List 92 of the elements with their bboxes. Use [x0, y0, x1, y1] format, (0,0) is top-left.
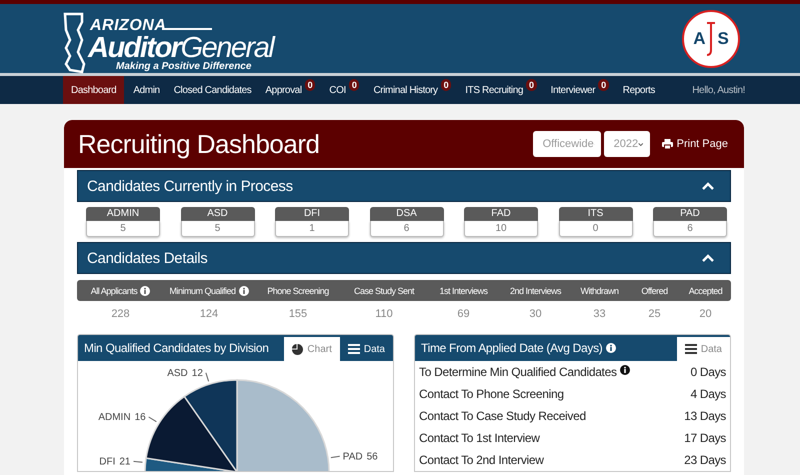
info-icon: [140, 286, 150, 296]
info-icon: [606, 343, 616, 353]
panel-title: Min Qualified Candidates by Division: [84, 341, 269, 355]
state-name: ARIZONA: [90, 16, 166, 34]
division-label: PAD: [653, 207, 727, 221]
section-header[interactable]: Candidates Details: [77, 242, 731, 274]
count-badge: 0: [440, 79, 452, 91]
division-label: FAD: [464, 207, 538, 221]
pie-chart-icon: [292, 344, 304, 354]
column-header: Minimum Qualified: [169, 286, 236, 296]
leader-line: [330, 456, 340, 458]
division-label: DSA: [370, 207, 444, 221]
pie-value: 16: [134, 412, 146, 423]
column-header: Withdrawn: [580, 286, 618, 296]
column-header: Phone Screening: [267, 286, 329, 296]
metric-value: 23 Days: [684, 453, 726, 467]
nav-link[interactable]: Interviewer 0: [546, 76, 614, 104]
division-count: 6: [370, 221, 444, 237]
metric-label: To Determine Min Qualified Candidates: [419, 365, 617, 379]
metric-value: 4 Days: [690, 387, 726, 401]
letter-j-drawing: [707, 22, 716, 56]
greeting: Hello, Austin!: [692, 84, 745, 96]
metric-label: Contact To 2nd Interview: [419, 453, 544, 467]
nav-link[interactable]: COI 0: [324, 76, 364, 104]
division-count: 6: [653, 221, 727, 237]
nav-link[interactable]: Closed Candidates: [168, 76, 256, 104]
stat-value: 124: [198, 307, 220, 320]
metric-label: Contact To Case Study Received: [419, 409, 586, 423]
print-button[interactable]: Print Page: [658, 134, 732, 154]
column-header: 1st Interviews: [439, 286, 488, 296]
panel-title: Time From Applied Date (Avg Days): [421, 341, 602, 355]
division-label: ASD: [180, 207, 254, 221]
stat-value: 69: [456, 307, 471, 320]
column-header: Accepted: [688, 286, 722, 296]
metric-label: Contact To Phone Screening: [419, 387, 564, 401]
stat-value: 20: [698, 307, 713, 320]
stat-value: 155: [288, 307, 308, 320]
panel-tab[interactable]: Data: [340, 337, 393, 361]
pie-label: ASD: [167, 368, 188, 379]
metric-value: 13 Days: [684, 409, 726, 423]
list-icon: [684, 344, 697, 354]
metric-label: Contact To 1st Interview: [419, 431, 540, 445]
pie-value: 21: [119, 456, 130, 468]
count-badge: 0: [304, 79, 316, 91]
pie-label: PAD: [342, 451, 363, 462]
pie-label: DFI: [99, 456, 116, 468]
division-count: 5: [86, 221, 160, 237]
stat-value: 25: [647, 307, 662, 320]
column-header: Case Study Sent: [354, 286, 414, 296]
page-title: Recruiting Dashboard: [78, 128, 320, 160]
division-count: 10: [464, 221, 538, 237]
info-icon: [620, 365, 630, 375]
pie-label: ADMIN: [98, 412, 131, 423]
stat-value: 228: [110, 307, 131, 320]
leader-line: [205, 372, 210, 382]
column-header: All Applicants: [90, 286, 138, 296]
monogram-logo: A S: [682, 10, 740, 68]
printer-icon: [662, 139, 673, 149]
division-label: ADMIN: [86, 207, 160, 221]
pie-value: 12: [192, 368, 203, 379]
count-badge: 0: [526, 79, 537, 91]
tagline: Making a Positive Difference: [116, 60, 252, 72]
division-label: ITS: [558, 207, 632, 221]
nav-link[interactable]: ITS Recruiting 0: [460, 76, 542, 104]
state-outline-drawing: [62, 12, 86, 74]
stat-value: 30: [528, 307, 543, 320]
nav-link[interactable]: Reports: [618, 76, 660, 104]
division-count: 1: [275, 221, 349, 237]
column-header: 2nd Interviews: [510, 286, 562, 296]
list-icon: [348, 344, 360, 354]
leader-line: [148, 416, 157, 422]
info-icon: [238, 286, 249, 296]
division-count: 5: [180, 221, 254, 237]
nav-link[interactable]: Approval 0: [260, 76, 320, 104]
nav-link[interactable]: Dashboard: [63, 76, 124, 104]
metric-value: 17 Days: [684, 431, 726, 445]
leader-line: [133, 460, 143, 463]
division-count: 0: [558, 221, 632, 237]
metric-value: 0 Days: [690, 365, 726, 379]
chevron-down-icon: [638, 142, 644, 146]
count-badge: 0: [348, 79, 360, 91]
count-badge: 0: [598, 79, 609, 91]
section-header[interactable]: Candidates Currently in Process: [77, 170, 731, 202]
panel-tab[interactable]: Chart: [284, 337, 340, 361]
nav-link[interactable]: Criminal History 0: [368, 76, 456, 104]
division-label: DFI: [275, 207, 349, 221]
stat-value: 110: [374, 307, 394, 320]
stat-value: 33: [592, 307, 607, 320]
nav-link[interactable]: Admin: [128, 76, 165, 104]
column-header: Offered: [641, 286, 668, 296]
panel-tab[interactable]: Data: [676, 337, 730, 361]
pie-value: 56: [366, 451, 378, 462]
